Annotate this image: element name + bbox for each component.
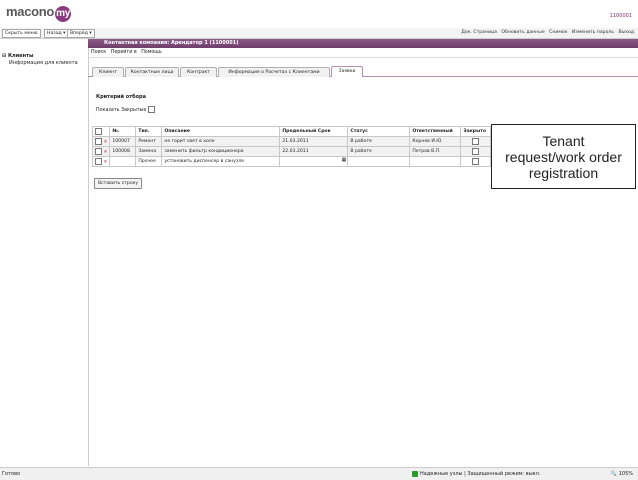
- delete-icon[interactable]: ✕: [103, 160, 107, 165]
- row-checkbox[interactable]: [95, 158, 102, 165]
- cell-status[interactable]: В работе: [347, 136, 411, 147]
- cell-type[interactable]: Прочее: [135, 156, 163, 167]
- select-all-checkbox[interactable]: [95, 128, 102, 135]
- cell-status[interactable]: [347, 156, 411, 167]
- tab-contacts[interactable]: Контактные лица: [125, 67, 179, 77]
- menu-help[interactable]: Помощь: [141, 50, 161, 55]
- refresh-link[interactable]: Обновить данные: [501, 30, 544, 35]
- tab-client[interactable]: Клиент: [92, 67, 124, 77]
- tab-billing-info[interactable]: Информация о Расчетах с Клиентами: [218, 67, 330, 77]
- closed-checkbox[interactable]: [472, 148, 480, 155]
- requests-table: №. Тип. Описание Предельный Срок Статус …: [91, 126, 492, 167]
- annotation-callout: Tenant request/work order registration: [491, 124, 636, 189]
- cell-number[interactable]: 100008: [109, 146, 137, 157]
- cell-description[interactable]: не горит свет в холе: [161, 136, 281, 147]
- cell-responsible[interactable]: [409, 156, 462, 167]
- table-header: №. Тип. Описание Предельный Срок Статус …: [91, 126, 492, 137]
- logout-link[interactable]: Выход: [619, 30, 634, 35]
- calendar-icon[interactable]: ▦: [342, 158, 347, 164]
- sidebar: ⊟ Клиенты Информация для клиента: [0, 39, 89, 466]
- col-type[interactable]: Тип.: [135, 126, 163, 137]
- zoom-icon: 🔍: [610, 471, 618, 477]
- insert-row-button[interactable]: Вставить строку: [94, 178, 143, 189]
- forward-button[interactable]: Вперёд ▾: [67, 29, 95, 38]
- cell-type[interactable]: Замена: [135, 146, 163, 157]
- cell-description[interactable]: заменить фильтр кондиционера: [161, 146, 281, 157]
- col-status[interactable]: Статус: [347, 126, 411, 137]
- cell-description[interactable]: установить диспенсер в санузле: [161, 156, 281, 167]
- callout-line-2: request/work order: [505, 148, 622, 165]
- row-checkbox[interactable]: [95, 138, 102, 145]
- tab-requests[interactable]: Заявки: [331, 66, 363, 77]
- menu-bar: Поиск Перейти в Помощь: [88, 49, 638, 58]
- collapse-icon[interactable]: ⊟: [2, 53, 6, 59]
- doc-page-link[interactable]: Док. Страница: [461, 30, 497, 35]
- col-number[interactable]: №.: [109, 126, 137, 137]
- top-links: Док. Страница Обновить данные Снимок Изм…: [458, 29, 634, 37]
- table-row[interactable]: ✕ Прочее установить диспенсер в санузле …: [91, 156, 492, 167]
- cell-responsible[interactable]: Корнев И.Ю.: [409, 136, 462, 147]
- hide-menu-button[interactable]: Скрыть меню: [2, 29, 41, 38]
- delete-icon[interactable]: ✕: [103, 140, 107, 145]
- show-closed-option: Показать Закрытые: [96, 106, 155, 113]
- status-bar: Готово Надежные узлы | Защищенный режим:…: [0, 467, 638, 480]
- filter-heading: Критерий отбора: [96, 94, 146, 100]
- cell-deadline[interactable]: ▦: [279, 156, 349, 167]
- change-password-link[interactable]: Изменить пароль: [572, 30, 614, 35]
- table-row[interactable]: ✕ 100007 Ремонт не горит свет в холе 21.…: [91, 136, 492, 147]
- title-bar: Контактная компания: Арендатор 1 (110000…: [88, 39, 638, 48]
- select-all-header[interactable]: [91, 126, 111, 137]
- sidebar-item-client-info[interactable]: Информация для клиента: [9, 60, 78, 66]
- col-responsible[interactable]: Ответственный: [409, 126, 462, 137]
- callout-line-1: Tenant: [542, 132, 585, 149]
- delete-icon[interactable]: ✕: [103, 150, 107, 155]
- tab-bar: Клиент Контактные лица Контракт Информац…: [88, 64, 638, 77]
- menu-goto[interactable]: Перейти в: [111, 50, 137, 55]
- table-row[interactable]: ✕ 100008 Замена заменить фильтр кондицио…: [91, 146, 492, 157]
- trusted-sites-status[interactable]: Надежные узлы | Защищенный режим: выкл.: [412, 468, 540, 480]
- snapshot-link[interactable]: Снимок: [549, 30, 567, 35]
- sidebar-item-clients[interactable]: ⊟ Клиенты: [2, 53, 33, 59]
- row-checkbox[interactable]: [95, 148, 102, 155]
- cell-number[interactable]: [109, 156, 137, 167]
- tab-contract[interactable]: Контракт: [180, 67, 217, 77]
- status-ready: Готово: [2, 471, 21, 477]
- user-id: 1100001: [609, 13, 632, 19]
- cell-deadline[interactable]: 21.03.2011: [279, 136, 349, 147]
- col-description[interactable]: Описание: [161, 126, 281, 137]
- closed-checkbox[interactable]: [472, 138, 480, 145]
- cell-deadline[interactable]: 22.03.2011: [279, 146, 349, 157]
- col-closed[interactable]: Закрыто: [460, 126, 492, 137]
- closed-checkbox[interactable]: [472, 158, 480, 165]
- top-toolbar: Скрыть меню Назад ▾ Вперёд ▾ Док. Страни…: [0, 28, 638, 39]
- callout-line-3: registration: [528, 164, 599, 181]
- cell-number[interactable]: 100007: [109, 136, 137, 147]
- shield-icon: [412, 470, 418, 477]
- window-title: Контактная компания: Арендатор 1 (110000…: [104, 40, 239, 46]
- menu-search[interactable]: Поиск: [91, 50, 106, 55]
- maconomy-logo: macono my: [6, 4, 72, 22]
- show-closed-label: Показать Закрытые: [96, 108, 147, 113]
- cell-responsible[interactable]: Петров В.П.: [409, 146, 462, 157]
- back-button[interactable]: Назад ▾: [44, 29, 69, 38]
- show-closed-checkbox[interactable]: [147, 106, 155, 113]
- cell-status[interactable]: В работе: [347, 146, 411, 157]
- zoom-level[interactable]: 🔍 105%: [611, 468, 633, 480]
- col-deadline[interactable]: Предельный Срок: [279, 126, 349, 137]
- cell-type[interactable]: Ремонт: [135, 136, 163, 147]
